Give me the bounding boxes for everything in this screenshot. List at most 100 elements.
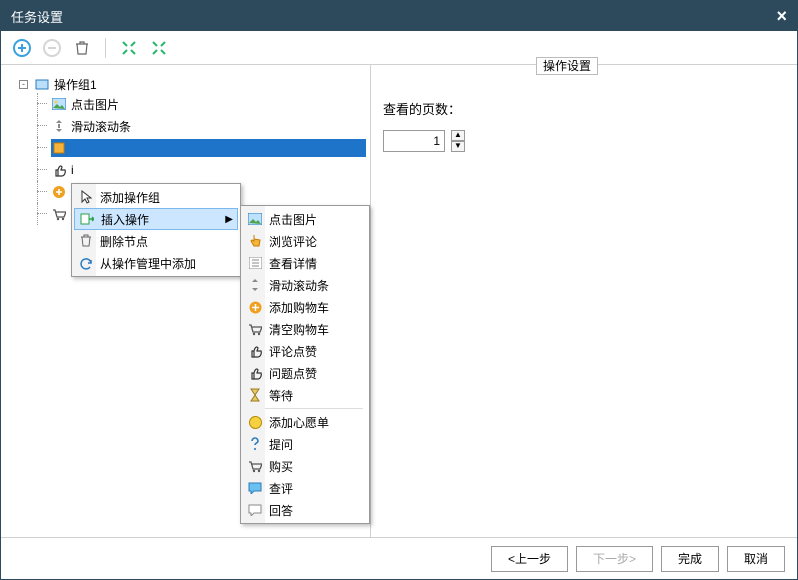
submenu-label: 查看详情 bbox=[269, 255, 317, 272]
submenu-item[interactable]: 清空购物车 bbox=[243, 318, 367, 340]
refresh-icon bbox=[78, 255, 94, 271]
tree-item[interactable]: 点击图片 bbox=[37, 93, 366, 115]
submenu-item[interactable]: 查评 bbox=[243, 477, 367, 499]
wishlist-icon bbox=[247, 414, 263, 430]
ctx-delete-node[interactable]: 删除节点 bbox=[74, 230, 238, 252]
submenu-label: 添加心愿单 bbox=[269, 414, 329, 431]
next-button[interactable]: 下一步> bbox=[576, 546, 653, 572]
touch-icon bbox=[51, 140, 67, 156]
collapse-toggle-icon[interactable]: - bbox=[19, 80, 28, 89]
reply-icon bbox=[247, 502, 263, 518]
submenu-item[interactable]: 提问 bbox=[243, 433, 367, 455]
ctx-label: 从操作管理中添加 bbox=[100, 255, 196, 272]
cart-icon bbox=[51, 206, 67, 222]
tree-item-label: 点击图片 bbox=[71, 96, 119, 113]
insert-icon bbox=[79, 211, 95, 227]
add-button[interactable] bbox=[9, 35, 35, 61]
cursor-icon bbox=[78, 189, 94, 205]
submenu-label: 评论点赞 bbox=[269, 343, 317, 360]
submenu-item[interactable]: 添加购物车 bbox=[243, 296, 367, 318]
submenu-item[interactable]: 点击图片 bbox=[243, 208, 367, 230]
submenu-label: 点击图片 bbox=[269, 211, 317, 228]
spinner[interactable]: ▲ ▼ bbox=[451, 130, 465, 152]
ctx-add-from-manager[interactable]: 从操作管理中添加 bbox=[74, 252, 238, 274]
tree-item-label: i bbox=[71, 163, 74, 177]
submenu-item[interactable]: 回答 bbox=[243, 499, 367, 521]
list-icon bbox=[247, 255, 263, 271]
trash-icon bbox=[78, 233, 94, 249]
ctx-insert-action[interactable]: 插入操作 ▶ bbox=[74, 208, 238, 230]
comment-icon bbox=[247, 480, 263, 496]
submenu-arrow-icon: ▶ bbox=[225, 214, 233, 225]
spinner-down-icon[interactable]: ▼ bbox=[451, 141, 465, 152]
spinner-up-icon[interactable]: ▲ bbox=[451, 130, 465, 141]
submenu-item[interactable]: 滑动滚动条 bbox=[243, 274, 367, 296]
cart-icon bbox=[247, 321, 263, 337]
separator bbox=[105, 38, 106, 58]
ctx-label: 插入操作 bbox=[101, 211, 149, 228]
question-icon bbox=[247, 436, 263, 452]
trash-icon bbox=[74, 40, 90, 56]
ctx-label: 删除节点 bbox=[100, 233, 148, 250]
scroll-icon bbox=[51, 118, 67, 134]
submenu-label: 清空购物车 bbox=[269, 321, 329, 338]
submenu-item[interactable]: 问题点赞 bbox=[243, 362, 367, 384]
thumbs-up-icon bbox=[247, 365, 263, 381]
submenu-label: 回答 bbox=[269, 502, 293, 519]
footer: <上一步 下一步> 完成 取消 bbox=[1, 537, 797, 579]
context-submenu: 点击图片 浏览评论 查看详情 滑动滚动条 添加购物车 清空购物车 评论点赞 问题… bbox=[240, 205, 370, 524]
submenu-item[interactable]: 购买 bbox=[243, 455, 367, 477]
cancel-button[interactable]: 取消 bbox=[727, 546, 785, 572]
tree-item[interactable]: 滑动滚动条 bbox=[37, 115, 366, 137]
tree-item[interactable]: i bbox=[37, 159, 366, 181]
tree-panel: - 操作组1 点击图片 滑动滚动条 i 添加操作组 bbox=[1, 65, 371, 537]
cart-add-icon bbox=[51, 184, 67, 200]
image-icon bbox=[247, 211, 263, 227]
expand-button[interactable] bbox=[116, 35, 142, 61]
submenu-label: 添加购物车 bbox=[269, 299, 329, 316]
submenu-label: 滑动滚动条 bbox=[269, 277, 329, 294]
cart-add-icon bbox=[247, 299, 263, 315]
submenu-item[interactable]: 查看详情 bbox=[243, 252, 367, 274]
collapse-icon bbox=[151, 40, 167, 56]
expand-icon bbox=[121, 40, 137, 56]
thumbs-up-icon bbox=[247, 343, 263, 359]
settings-panel: 操作设置 查看的页数： ▲ ▼ bbox=[371, 65, 797, 537]
minus-circle-icon bbox=[43, 39, 61, 57]
ctx-label: 添加操作组 bbox=[100, 189, 160, 206]
plus-circle-icon bbox=[13, 39, 31, 57]
ctx-add-group[interactable]: 添加操作组 bbox=[74, 186, 238, 208]
submenu-label: 提问 bbox=[269, 436, 293, 453]
tree-item-label bbox=[71, 141, 74, 155]
settings-legend: 操作设置 bbox=[536, 57, 598, 75]
pages-input[interactable] bbox=[383, 130, 445, 152]
submenu-item[interactable]: 评论点赞 bbox=[243, 340, 367, 362]
touch-icon bbox=[247, 233, 263, 249]
hourglass-icon bbox=[247, 387, 263, 403]
image-icon bbox=[51, 96, 67, 112]
prev-button[interactable]: <上一步 bbox=[491, 546, 568, 572]
cart-icon bbox=[247, 458, 263, 474]
collapse-button[interactable] bbox=[146, 35, 172, 61]
submenu-item[interactable]: 浏览评论 bbox=[243, 230, 367, 252]
submenu-label: 问题点赞 bbox=[269, 365, 317, 382]
context-menu: 添加操作组 插入操作 ▶ 删除节点 从操作管理中添加 bbox=[71, 183, 241, 277]
submenu-item[interactable]: 等待 bbox=[243, 384, 367, 406]
toolbar bbox=[1, 31, 797, 65]
close-icon[interactable]: × bbox=[776, 6, 787, 27]
submenu-label: 浏览评论 bbox=[269, 233, 317, 250]
submenu-label: 查评 bbox=[269, 480, 293, 497]
tree-root-label: 操作组1 bbox=[54, 76, 97, 93]
tree-item-label: 滑动滚动条 bbox=[71, 118, 131, 135]
submenu-item[interactable]: 添加心愿单 bbox=[243, 411, 367, 433]
finish-button[interactable]: 完成 bbox=[661, 546, 719, 572]
scroll-icon bbox=[247, 277, 263, 293]
group-icon bbox=[34, 76, 50, 92]
delete-button[interactable] bbox=[69, 35, 95, 61]
submenu-label: 等待 bbox=[269, 387, 293, 404]
window-title: 任务设置 bbox=[11, 7, 63, 26]
submenu-label: 购买 bbox=[269, 458, 293, 475]
tree-item-selected[interactable] bbox=[37, 137, 366, 159]
remove-button[interactable] bbox=[39, 35, 65, 61]
title-bar: 任务设置 × bbox=[1, 1, 797, 31]
